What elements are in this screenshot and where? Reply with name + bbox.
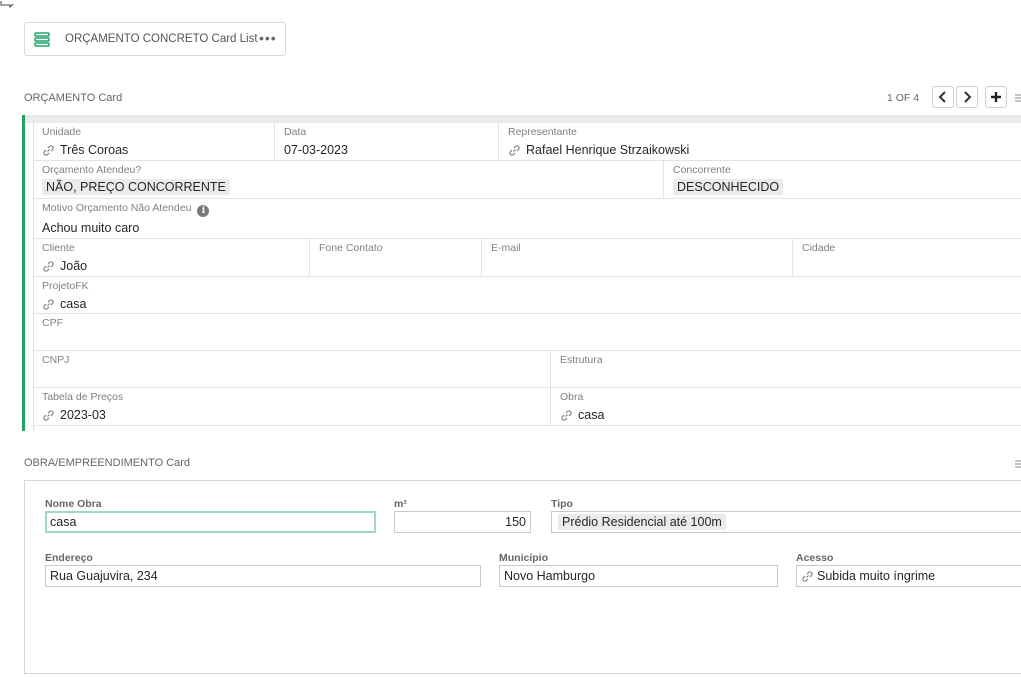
- data-field[interactable]: Data 07-03-2023: [274, 123, 498, 160]
- concorrente-chip: DESCONHECIDO: [673, 179, 784, 195]
- estrutura-field[interactable]: Estrutura: [550, 351, 1021, 387]
- concorrente-field[interactable]: Concorrente DESCONHECIDO: [663, 161, 1021, 198]
- chevron-left-icon: [938, 91, 946, 103]
- form-row: CPF: [33, 314, 1021, 351]
- orcamento-card-title: ORÇAMENTO Card: [24, 92, 123, 104]
- card-list-title: ORÇAMENTO CONCRETO Card List: [65, 33, 258, 45]
- drag-handle-icon[interactable]: [1015, 94, 1021, 104]
- link-icon: [43, 409, 54, 421]
- tabela-precos-field[interactable]: Tabela de Preços 2023-03: [33, 388, 550, 425]
- prev-record-button[interactable]: [932, 86, 954, 108]
- cnpj-field[interactable]: CNPJ: [33, 351, 550, 387]
- acesso-field[interactable]: Subida muito íngrime: [796, 565, 1021, 587]
- m2-input[interactable]: 150: [394, 511, 531, 533]
- add-record-button[interactable]: [985, 86, 1007, 108]
- tipo-chip: Prédio Residencial até 100m: [558, 514, 726, 530]
- form-row: ProjetoFK casa: [33, 277, 1021, 314]
- link-icon: [43, 298, 54, 310]
- drag-handle-icon[interactable]: [1015, 460, 1021, 470]
- card-list-icon: [34, 32, 50, 47]
- form-row: Motivo Orçamento Não Atendeu i Achou muit…: [33, 199, 1021, 239]
- m2-label: m²: [394, 498, 407, 510]
- municipio-input[interactable]: Novo Hamburgo: [499, 565, 778, 587]
- cpf-field[interactable]: CPF: [33, 314, 1021, 350]
- cliente-field[interactable]: Cliente João: [33, 239, 309, 276]
- info-icon[interactable]: i: [197, 205, 210, 217]
- tipo-select[interactable]: Prédio Residencial até 100m: [551, 511, 1021, 533]
- obra-card-title: OBRA/EMPREENDIMENTO Card: [24, 457, 191, 469]
- link-icon: [43, 144, 54, 156]
- pager-text: 1 OF 4: [887, 92, 920, 104]
- form-row: Unidade Três Coroas Data 07-03-2023 Repr…: [33, 123, 1021, 161]
- acesso-label: Acesso: [796, 552, 834, 564]
- endereco-label: Endereço: [45, 552, 93, 564]
- form-row: CNPJ Estrutura: [33, 351, 1021, 388]
- municipio-label: Município: [499, 552, 548, 564]
- plus-icon: [991, 92, 1001, 102]
- orcamento-card: Unidade Três Coroas Data 07-03-2023 Repr…: [22, 115, 1021, 431]
- tipo-label: Tipo: [551, 498, 573, 510]
- nome-obra-label: Nome Obra: [45, 498, 102, 510]
- endereco-input[interactable]: Rua Guajuvira, 234: [45, 565, 481, 587]
- projeto-field[interactable]: ProjetoFK casa: [33, 277, 1021, 313]
- link-icon: [802, 570, 813, 582]
- motivo-field[interactable]: Motivo Orçamento Não Atendeu i Achou muit…: [33, 199, 1021, 238]
- cursor-icon: [0, 1, 14, 8]
- link-icon: [43, 260, 54, 272]
- card-accent-bar: [22, 115, 25, 431]
- ellipsis-icon[interactable]: •••: [259, 30, 277, 46]
- fone-contato-field[interactable]: Fone Contato: [309, 239, 481, 276]
- obra-card: Nome Obra casa m² 150 Tipo Prédio Reside…: [24, 480, 1021, 674]
- cidade-field[interactable]: Cidade: [792, 239, 1021, 276]
- link-icon: [509, 144, 520, 156]
- form-row: Tabela de Preços 2023-03 Obra casa: [33, 388, 1021, 426]
- obra-field[interactable]: Obra casa: [550, 388, 1021, 425]
- nome-obra-input[interactable]: casa: [45, 511, 376, 533]
- unidade-field[interactable]: Unidade Três Coroas: [33, 123, 274, 160]
- card-list-tab[interactable]: ORÇAMENTO CONCRETO Card List •••: [24, 22, 286, 56]
- next-record-button[interactable]: [956, 86, 978, 108]
- email-field[interactable]: E-mail: [481, 239, 792, 276]
- form-row: Orçamento Atendeu? NÃO, PREÇO CONCORRENT…: [33, 161, 1021, 199]
- form-row: Cliente João Fone Contato E-mail Cidade: [33, 239, 1021, 277]
- orcamento-atendeu-field[interactable]: Orçamento Atendeu? NÃO, PREÇO CONCORRENT…: [33, 161, 663, 198]
- link-icon: [561, 409, 572, 421]
- representante-field[interactable]: Representante Rafael Henrique Strzaikows…: [498, 123, 1021, 160]
- chevron-right-icon: [964, 91, 972, 103]
- status-chip: NÃO, PREÇO CONCORRENTE: [42, 179, 230, 195]
